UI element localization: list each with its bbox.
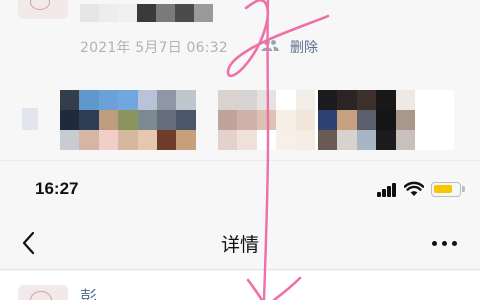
mosaic-cell	[156, 4, 175, 22]
mosaic-cell	[434, 90, 454, 110]
mosaic-cell	[256, 90, 277, 110]
photo-thumbnail-3[interactable]	[318, 90, 454, 150]
side-blurred-block	[22, 108, 38, 130]
mosaic-cell	[376, 110, 396, 130]
mosaic-cell	[376, 130, 396, 150]
battery-level	[434, 185, 452, 193]
post-timestamp: 2021年 5月7日 06:32	[80, 40, 228, 56]
avatar[interactable]	[18, 0, 68, 19]
mosaic-cell	[434, 110, 454, 130]
mosaic-cell	[256, 130, 277, 150]
navigation-bar: 详情	[0, 216, 480, 270]
mosaic-cell	[414, 90, 435, 110]
battery-icon	[431, 182, 465, 197]
mosaic-cell	[318, 110, 338, 130]
mosaic-cell	[79, 110, 99, 130]
mosaic-cell	[118, 110, 138, 130]
mosaic-cell	[156, 110, 177, 130]
mosaic-cell	[237, 90, 257, 110]
avatar-face-drawing	[30, 0, 50, 10]
mosaic-cell	[60, 110, 80, 130]
mosaic-cell	[337, 110, 357, 130]
mosaic-cell	[356, 130, 377, 150]
mosaic-cell	[98, 130, 119, 150]
mosaic-cell	[137, 110, 157, 130]
mosaic-cell	[356, 110, 377, 130]
mosaic-cell	[118, 90, 138, 110]
mosaic-cell	[237, 130, 257, 150]
mosaic-cell	[60, 130, 80, 150]
status-bar: 16:27	[0, 160, 480, 216]
mosaic-cell	[318, 130, 338, 150]
mosaic-cell	[295, 130, 315, 150]
username-mosaic	[80, 4, 213, 22]
mosaic-cell	[176, 90, 196, 110]
mosaic-cell	[218, 90, 238, 110]
mosaic-cell	[295, 110, 315, 130]
mosaic-cell	[295, 90, 315, 110]
mosaic-cell	[98, 110, 119, 130]
mosaic-cell	[218, 130, 238, 150]
more-dots-icon[interactable]	[428, 234, 462, 252]
mosaic-cell	[118, 4, 137, 22]
mosaic-cell	[176, 110, 196, 130]
wifi-icon	[404, 181, 424, 196]
mosaic-cell	[98, 90, 119, 110]
mosaic-cell	[414, 110, 435, 130]
mosaic-cell	[79, 130, 99, 150]
people-icon	[261, 39, 279, 51]
mosaic-cell	[395, 130, 415, 150]
mosaic-cell	[176, 130, 196, 150]
photo-thumbnail-1[interactable]	[60, 90, 196, 150]
avatar-face-drawing	[30, 291, 52, 300]
mosaic-cell	[414, 130, 435, 150]
delete-link[interactable]: 删除	[290, 37, 318, 57]
mosaic-cell	[434, 130, 454, 150]
mosaic-cell	[156, 90, 177, 110]
detail-header: 彭	[0, 271, 480, 300]
mosaic-cell	[256, 110, 277, 130]
mosaic-cell	[318, 90, 338, 110]
mosaic-cell	[395, 110, 415, 130]
mosaic-cell	[218, 110, 238, 130]
mosaic-cell	[137, 90, 157, 110]
mosaic-cell	[276, 110, 296, 130]
mosaic-cell	[356, 90, 377, 110]
mosaic-cell	[175, 4, 194, 22]
signal-icon	[377, 183, 397, 197]
mosaic-cell	[156, 130, 177, 150]
mosaic-cell	[276, 130, 296, 150]
mosaic-cell	[337, 90, 357, 110]
mosaic-cell	[60, 90, 80, 110]
detail-avatar[interactable]	[18, 285, 68, 300]
mosaic-cell	[137, 4, 156, 22]
mosaic-cell	[237, 110, 257, 130]
status-time: 16:27	[35, 179, 79, 198]
mosaic-cell	[194, 4, 213, 22]
mosaic-cell	[376, 90, 396, 110]
mosaic-cell	[79, 90, 99, 110]
mosaic-cell	[276, 90, 296, 110]
mosaic-cell	[395, 90, 415, 110]
mosaic-cell	[137, 130, 157, 150]
mosaic-cell	[118, 130, 138, 150]
page-title: 详情	[220, 234, 259, 256]
feed-background: 2021年 5月7日 06:32 删除	[0, 0, 480, 160]
mosaic-cell	[99, 4, 118, 22]
mosaic-cell	[337, 130, 357, 150]
mosaic-cell	[80, 4, 99, 22]
detail-username[interactable]: 彭	[80, 283, 97, 300]
